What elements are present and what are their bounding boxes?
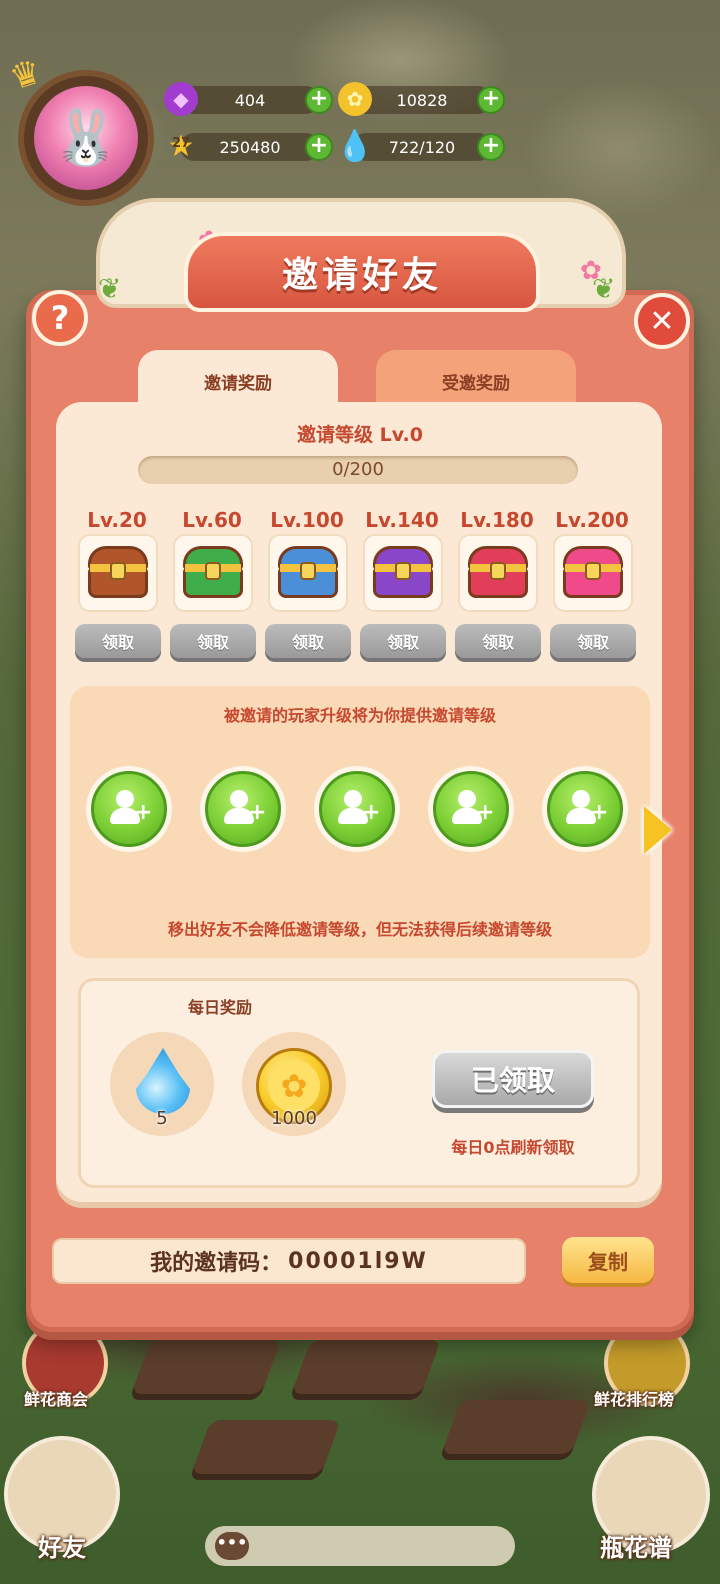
add-gems-button[interactable]: + <box>305 86 333 114</box>
water-value: 722/120 <box>388 137 456 157</box>
invite-level-title: 邀请等级 Lv.0 <box>297 424 423 446</box>
coin-flower-icon: ✿ <box>268 1060 320 1112</box>
daily-refresh-hint: 每日0点刷新领取 <box>451 1138 575 1157</box>
tab-label: 受邀奖励 <box>442 373 510 394</box>
player-avatar[interactable]: 🐰 <box>34 86 138 190</box>
farm-plot <box>289 1340 441 1400</box>
copy-label: 复制 <box>588 1249 628 1274</box>
add-friend-icon: + <box>91 771 167 847</box>
invite-friend-slot[interactable]: + <box>542 766 628 852</box>
treasure-chest-icon <box>466 546 530 600</box>
farm-plot <box>129 1340 281 1400</box>
claimed-label: 已领取 <box>470 1064 555 1097</box>
leaf-decoration-icon: ❦ <box>98 272 122 305</box>
friends-label: 好友 <box>38 1534 86 1562</box>
add-friend-icon: + <box>433 771 509 847</box>
farm-plot <box>189 1420 341 1480</box>
treasure-chest-slot[interactable] <box>363 534 443 612</box>
treasure-chest-slot[interactable] <box>458 534 538 612</box>
chest-level-label: Lv.180 <box>460 508 534 532</box>
flower-shop-label: 鲜花商会 <box>24 1390 89 1409</box>
vase-recipes-label: 瓶花谱 <box>600 1534 672 1562</box>
question-mark-icon: ? <box>50 299 70 337</box>
close-icon: ✕ <box>649 303 675 339</box>
invite-code-label: 我的邀请码： <box>150 1251 283 1276</box>
claim-label: 领取 <box>196 633 229 652</box>
copy-code-button[interactable]: 复制 <box>562 1237 654 1283</box>
add-friend-icon: + <box>547 771 623 847</box>
experience-value: 250480 <box>219 137 281 157</box>
daily-rewards-title: 每日奖励 <box>188 998 253 1017</box>
claim-chest-button[interactable]: 领取 <box>265 624 351 658</box>
reward-amount: 5 <box>156 1108 168 1129</box>
claim-label: 领取 <box>481 633 514 652</box>
gems-counter: 404 <box>180 86 320 114</box>
next-page-arrow-icon[interactable] <box>644 806 672 854</box>
treasure-chest-icon <box>561 546 625 600</box>
treasure-chest-icon <box>276 546 340 600</box>
treasure-chest-icon <box>371 546 435 600</box>
claim-chest-button[interactable]: 领取 <box>360 624 446 658</box>
treasure-chest-icon <box>86 546 150 600</box>
invite-level-progress-text: 0/200 <box>332 459 384 480</box>
help-button[interactable]: ? <box>32 290 88 346</box>
chest-level-label: Lv.60 <box>182 508 242 532</box>
treasure-chest-slot[interactable] <box>268 534 348 612</box>
invite-code-value: 00001l9W <box>288 1248 428 1274</box>
claim-chest-button[interactable]: 领取 <box>170 624 256 658</box>
add-friend-icon: + <box>205 771 281 847</box>
chat-bubble-icon: ••• <box>215 1532 249 1560</box>
water-drop-icon: 💧 <box>336 128 374 164</box>
invite-hint-text: 被邀请的玩家升级将为你提供邀请等级 <box>223 706 496 725</box>
claim-label: 领取 <box>386 633 419 652</box>
claim-label: 领取 <box>101 633 134 652</box>
add-water-button[interactable]: + <box>477 133 505 161</box>
invite-friend-slot[interactable]: + <box>200 766 286 852</box>
close-button[interactable]: ✕ <box>634 293 690 349</box>
invite-friend-slot[interactable]: + <box>314 766 400 852</box>
claimed-button[interactable]: 已领取 <box>432 1050 594 1108</box>
treasure-chest-slot[interactable] <box>553 534 633 612</box>
chat-input-bar[interactable]: ••• <box>205 1526 515 1566</box>
claim-label: 领取 <box>576 633 609 652</box>
add-experience-button[interactable]: + <box>305 133 333 161</box>
tab-label: 邀请奖励 <box>204 373 272 394</box>
treasure-chest-slot[interactable] <box>78 534 158 612</box>
player-level: 27 <box>171 136 191 151</box>
chest-level-label: Lv.100 <box>270 508 344 532</box>
invite-friend-slot[interactable]: + <box>428 766 514 852</box>
invite-code-bar: 我的邀请码： 00001l9W <box>52 1238 526 1284</box>
remove-friend-hint-text: 移出好友不会降低邀请等级，但无法获得后续邀请等级 <box>167 920 552 939</box>
add-coins-button[interactable]: + <box>477 86 505 114</box>
reward-amount: 1000 <box>271 1108 317 1129</box>
claim-chest-button[interactable]: 领取 <box>550 624 636 658</box>
invite-friend-slot[interactable]: + <box>86 766 172 852</box>
treasure-chest-slot[interactable] <box>173 534 253 612</box>
farm-plot <box>439 1400 591 1460</box>
gems-value: 404 <box>234 90 266 110</box>
chest-level-label: Lv.200 <box>555 508 629 532</box>
dialog-title-banner: 邀请好友 <box>184 232 540 312</box>
coins-counter: 10828 <box>352 86 492 114</box>
coins-value: 10828 <box>396 90 448 110</box>
flower-ranking-label: 鲜花排行榜 <box>594 1390 675 1409</box>
chest-level-label: Lv.20 <box>87 508 147 532</box>
claim-label: 领取 <box>291 633 324 652</box>
experience-counter: 250480 <box>180 133 320 161</box>
gem-icon: ◆ <box>164 82 198 116</box>
coin-icon: ✿ <box>338 82 372 116</box>
add-friend-icon: + <box>319 771 395 847</box>
claim-chest-button[interactable]: 领取 <box>455 624 541 658</box>
treasure-chest-icon <box>181 546 245 600</box>
claim-chest-button[interactable]: 领取 <box>75 624 161 658</box>
dialog-title: 邀请好友 <box>281 255 442 296</box>
flower-decoration-icon: ✿ <box>580 256 602 286</box>
chest-level-label: Lv.140 <box>365 508 439 532</box>
